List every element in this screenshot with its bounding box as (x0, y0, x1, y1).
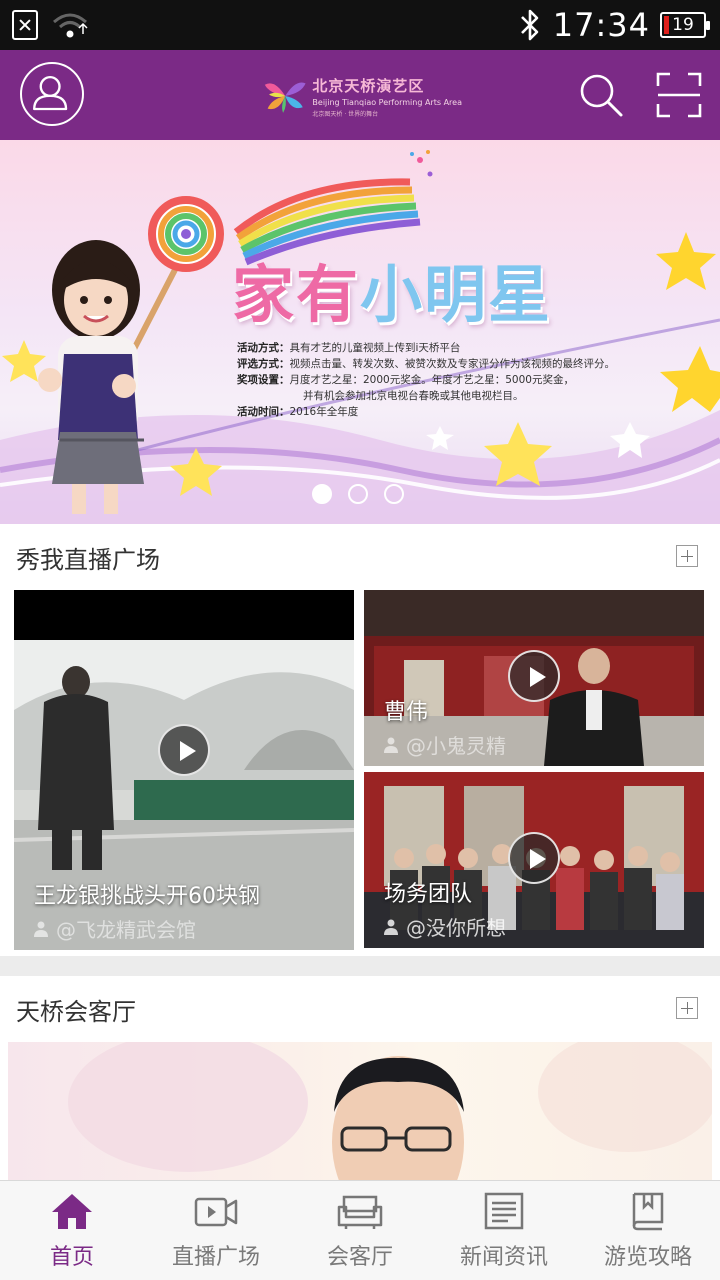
status-bar: 17:34 19 (0, 0, 720, 50)
tab-news[interactable]: 新闻资讯 (432, 1181, 576, 1280)
user-icon (384, 919, 398, 935)
carousel-dot[interactable] (348, 484, 368, 504)
promo-banner[interactable]: 家有小明星 活动方式：具有才艺的儿童视频上传到i天桥平台 评选方式：视频点击量、… (0, 140, 720, 524)
section-divider (0, 956, 720, 976)
search-icon[interactable] (578, 72, 624, 118)
play-button[interactable] (508, 650, 560, 702)
play-button[interactable] (508, 832, 560, 884)
video-card[interactable]: 王龙银挑战头开60块钢 @飞龙精武会馆 (14, 590, 354, 950)
banner-details: 活动方式：具有才艺的儿童视频上传到i天桥平台 评选方式：视频点击量、转发次数、被… (237, 340, 615, 420)
home-icon (52, 1194, 92, 1229)
wifi-icon (53, 13, 88, 38)
expand-plus-icon[interactable] (676, 997, 698, 1019)
video-camera-icon (194, 1197, 238, 1227)
video-title: 场务团队 (384, 882, 473, 907)
logo-chinese-name: 北京天桥演艺区 (312, 76, 425, 95)
no-sim-icon (12, 10, 38, 40)
butterfly-logo-icon (264, 82, 306, 113)
banner-line: 奖项设置：月度才艺之星：2000元奖金。年度才艺之星：5000元奖金， (237, 374, 574, 386)
carousel-dot[interactable] (312, 484, 332, 504)
logo-slogan: 北京图天桥 · 世界的舞台 (312, 110, 379, 118)
video-title: 曹伟 (384, 700, 429, 725)
video-uploader[interactable]: @没你所想 (384, 912, 506, 941)
user-icon (33, 75, 68, 111)
logo-english-name: Beijing Tianqiao Performing Arts Area (312, 97, 462, 107)
tab-guest-hall[interactable]: 会客厅 (288, 1181, 432, 1280)
live-section-header: 秀我直播广场 (0, 524, 720, 590)
battery-icon: 19 (660, 12, 710, 38)
video-card[interactable]: 场务团队 @没你所想 (364, 772, 704, 948)
guest-feature-image[interactable] (8, 1042, 712, 1180)
tab-travel-guide[interactable]: 游览攻略 (576, 1181, 720, 1280)
user-icon (384, 737, 398, 753)
banner-line: 评选方式：视频点击量、转发次数、被赞次数及专家评分作为该视频的最终评分。 (237, 358, 615, 370)
bluetooth-icon (520, 9, 539, 41)
profile-button[interactable] (20, 62, 84, 126)
guidebook-icon (632, 1192, 664, 1231)
banner-line: 活动方式：具有才艺的儿童视频上传到i天桥平台 (237, 342, 461, 354)
expand-plus-icon[interactable] (676, 545, 698, 567)
tab-label: 新闻资讯 (459, 1245, 548, 1270)
tab-label: 会客厅 (326, 1245, 393, 1270)
battery-level: 19 (672, 15, 694, 35)
carousel-indicator (312, 484, 404, 504)
video-title: 王龙银挑战头开60块钢 (34, 884, 260, 909)
app-header: 北京天桥演艺区 Beijing Tianqiao Performing Arts… (0, 50, 720, 140)
guest-section-header: 天桥会客厅 (0, 976, 720, 1042)
play-button[interactable] (158, 724, 210, 776)
tab-label: 直播广场 (171, 1245, 260, 1270)
news-icon (484, 1192, 524, 1230)
banner-title: 家有小明星 (232, 258, 553, 331)
guest-portrait (68, 1042, 712, 1180)
tab-label: 首页 (49, 1245, 94, 1270)
scan-icon[interactable] (656, 72, 702, 118)
live-section-title: 秀我直播广场 (16, 546, 160, 574)
app-logo: 北京天桥演艺区 Beijing Tianqiao Performing Arts… (262, 68, 462, 124)
carousel-dot[interactable] (384, 484, 404, 504)
sofa-icon (337, 1195, 383, 1229)
tab-live-square[interactable]: 直播广场 (144, 1181, 288, 1280)
banner-line: 并有机会参加北京电视台春晚或其他电视栏目。 (303, 390, 524, 402)
tab-home[interactable]: 首页 (0, 1181, 144, 1280)
user-icon (34, 921, 48, 937)
video-uploader[interactable]: @小鬼灵精 (384, 730, 506, 759)
guest-section-title: 天桥会客厅 (16, 998, 136, 1026)
video-uploader[interactable]: @飞龙精武会馆 (34, 914, 196, 943)
banner-line: 活动时间：2016年全年度 (237, 406, 359, 418)
bottom-tab-bar: 首页 直播广场 会客厅 新闻资讯 游览攻略 (0, 1180, 720, 1280)
clock: 17:34 (552, 6, 650, 44)
tab-label: 游览攻略 (603, 1245, 692, 1270)
video-card[interactable]: 曹伟 @小鬼灵精 (364, 590, 704, 766)
